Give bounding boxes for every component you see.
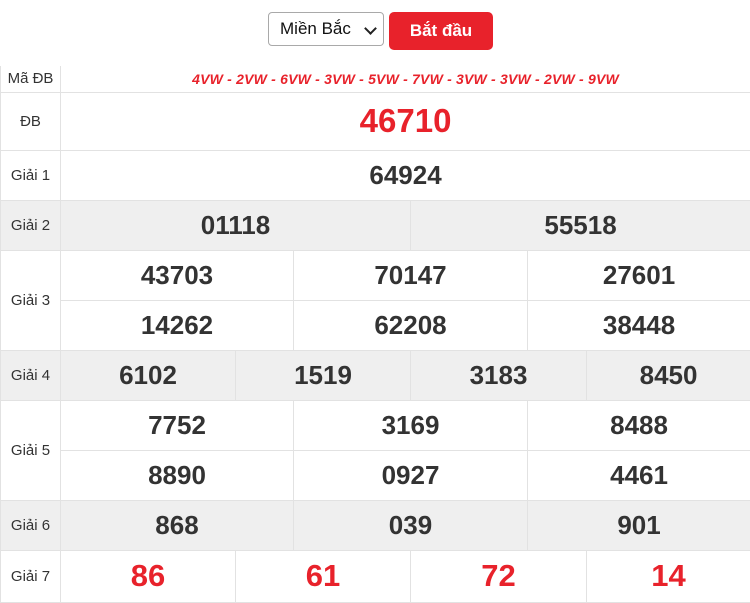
row-label: Mã ĐB	[1, 66, 61, 92]
prize-cell: 868	[61, 500, 294, 550]
start-button[interactable]: Bắt đầu	[389, 12, 493, 50]
prize-number: 868	[155, 510, 198, 540]
prize-cell: 1519	[236, 350, 411, 400]
prize-number: 14	[651, 558, 685, 593]
chevron-down-icon	[364, 22, 377, 35]
prize-cell: 901	[528, 500, 750, 550]
row-giai-5b: 8890 0927 4461	[1, 450, 750, 500]
row-label: Giải 4	[1, 350, 61, 400]
row-db: ĐB 46710	[1, 92, 750, 150]
prize-number: 27601	[603, 260, 675, 290]
row-label: Giải 5	[1, 400, 61, 500]
prize-cell: 64924	[61, 150, 750, 200]
prize-number: 8488	[610, 410, 668, 440]
row-giai-4: Giải 4 6102 1519 3183 8450	[1, 350, 750, 400]
prize-cell: 55518	[411, 200, 750, 250]
prize-number: 8890	[148, 460, 206, 490]
prize-cell: 72	[411, 550, 587, 602]
prize-number: 43703	[141, 260, 213, 290]
prize-cell: 0927	[294, 450, 528, 500]
region-select-value: Miền Bắc	[280, 19, 351, 39]
prize-cell: 86	[61, 550, 236, 602]
prize-number: 1519	[294, 360, 352, 390]
prize-number: 6102	[119, 360, 177, 390]
prize-cell: 6102	[61, 350, 236, 400]
prize-number: 4461	[610, 460, 668, 490]
prize-cell: 14	[587, 550, 750, 602]
row-giai-3b: 14262 62208 38448	[1, 300, 750, 350]
prize-cell: 01118	[61, 200, 411, 250]
special-prize-number: 46710	[360, 102, 452, 139]
row-label: Giải 6	[1, 500, 61, 550]
prize-number: 0927	[382, 460, 440, 490]
prize-number: 01118	[201, 210, 270, 240]
prize-cell: 3169	[294, 400, 528, 450]
prize-cell: 38448	[528, 300, 750, 350]
control-bar: Miền Bắc Bắt đầu	[0, 0, 750, 66]
prize-number: 3183	[470, 360, 528, 390]
prize-number: 039	[389, 510, 432, 540]
prize-number: 7752	[148, 410, 206, 440]
prize-cell: 46710	[61, 92, 750, 150]
prize-cell: 14262	[61, 300, 294, 350]
results-table: Mã ĐB 4VW - 2VW - 6VW - 3VW - 5VW - 7VW …	[0, 66, 750, 603]
row-label: Giải 1	[1, 150, 61, 200]
prize-cell: 27601	[528, 250, 750, 300]
prize-cell: 4461	[528, 450, 750, 500]
prize-number: 61	[306, 558, 340, 593]
prize-cell: 62208	[294, 300, 528, 350]
row-label: Giải 2	[1, 200, 61, 250]
prize-cell: 3183	[411, 350, 587, 400]
prize-number: 3169	[382, 410, 440, 440]
region-select[interactable]: Miền Bắc	[268, 12, 384, 46]
row-label: ĐB	[1, 92, 61, 150]
row-giai-6: Giải 6 868 039 901	[1, 500, 750, 550]
row-label: Giải 7	[1, 550, 61, 602]
prize-cell: 8488	[528, 400, 750, 450]
row-giai-3: Giải 3 43703 70147 27601	[1, 250, 750, 300]
prize-number: 8450	[640, 360, 698, 390]
prize-number: 70147	[374, 260, 446, 290]
row-label: Giải 3	[1, 250, 61, 350]
special-codes: 4VW - 2VW - 6VW - 3VW - 5VW - 7VW - 3VW …	[61, 66, 750, 92]
row-ma-db: Mã ĐB 4VW - 2VW - 6VW - 3VW - 5VW - 7VW …	[1, 66, 750, 92]
prize-number: 86	[131, 558, 165, 593]
row-giai-1: Giải 1 64924	[1, 150, 750, 200]
prize-cell: 43703	[61, 250, 294, 300]
prize-cell: 70147	[294, 250, 528, 300]
prize-number: 38448	[603, 310, 675, 340]
prize-cell: 8450	[587, 350, 750, 400]
prize-cell: 61	[236, 550, 411, 602]
prize-number: 901	[617, 510, 660, 540]
prize-number: 55518	[544, 210, 616, 240]
row-giai-7: Giải 7 86 61 72 14	[1, 550, 750, 602]
prize-cell: 7752	[61, 400, 294, 450]
prize-number: 62208	[374, 310, 446, 340]
row-giai-5: Giải 5 7752 3169 8488	[1, 400, 750, 450]
prize-number: 64924	[369, 160, 441, 190]
prize-cell: 039	[294, 500, 528, 550]
prize-cell: 8890	[61, 450, 294, 500]
prize-number: 72	[481, 558, 515, 593]
prize-number: 14262	[141, 310, 213, 340]
row-giai-2: Giải 2 01118 55518	[1, 200, 750, 250]
